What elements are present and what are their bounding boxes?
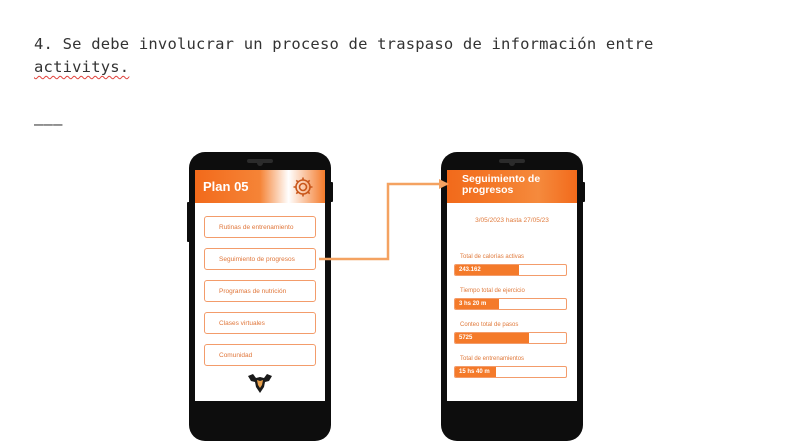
stat-value: 15 hs 40 m bbox=[459, 369, 490, 375]
menu-button-nutricion[interactable]: Programas de nutrición bbox=[204, 280, 316, 302]
stat-bar: 5725 bbox=[454, 332, 567, 344]
stat-value: 3 hs 20 m bbox=[459, 301, 487, 307]
app-header: Seguimiento de progresos bbox=[447, 170, 577, 203]
stat-bar: 15 hs 40 m bbox=[454, 366, 567, 378]
phone-camera bbox=[509, 160, 515, 166]
menu-button-seguimiento[interactable]: Seguimiento de progresos bbox=[204, 248, 316, 270]
stat-value: 243.162 bbox=[459, 267, 481, 273]
phone-screen: Seguimiento de progresos 3/05/2023 hasta… bbox=[447, 170, 577, 401]
gear-icon[interactable] bbox=[291, 175, 315, 199]
stat-label: Tiempo total de ejercicio bbox=[460, 288, 525, 294]
menu-button-comunidad[interactable]: Comunidad bbox=[204, 344, 316, 366]
stat-value: 5725 bbox=[459, 335, 473, 341]
phone-mockup-main-menu: Plan 05 Rutinas de entrenamiento Seguimi… bbox=[187, 152, 333, 441]
menu-button-clases[interactable]: Clases virtuales bbox=[204, 312, 316, 334]
app-header: Plan 05 bbox=[195, 170, 325, 203]
phone-mockup-progress: Seguimiento de progresos 3/05/2023 hasta… bbox=[441, 152, 585, 441]
phone-screen: Plan 05 Rutinas de entrenamiento Seguimi… bbox=[195, 170, 325, 401]
stat-bar: 3 hs 20 m bbox=[454, 298, 567, 310]
screen-title: Seguimiento de progresos bbox=[462, 173, 541, 196]
doc-line-2: activitys. bbox=[34, 58, 129, 76]
phone-side-button bbox=[330, 182, 333, 202]
phone-side-button bbox=[187, 202, 190, 242]
stat-label: Total de calorías activas bbox=[460, 254, 525, 260]
muscle-logo-icon bbox=[248, 374, 272, 393]
stat-label: Conteo total de pasos bbox=[460, 322, 519, 328]
stat-bar: 243.162 bbox=[454, 264, 567, 276]
horizontal-rule: ——— bbox=[34, 115, 63, 133]
date-range: 3/05/2023 hasta 27/05/23 bbox=[475, 217, 549, 224]
app-title: Plan 05 bbox=[203, 179, 249, 194]
doc-line-1: 4. Se debe involucrar un proceso de tras… bbox=[34, 35, 654, 53]
misspelled-word[interactable]: activitys. bbox=[34, 58, 129, 76]
phone-side-button bbox=[582, 182, 585, 202]
stat-label: Total de entrenamientos bbox=[460, 356, 525, 362]
phone-camera bbox=[257, 160, 263, 166]
menu-button-rutinas[interactable]: Rutinas de entrenamiento bbox=[204, 216, 316, 238]
